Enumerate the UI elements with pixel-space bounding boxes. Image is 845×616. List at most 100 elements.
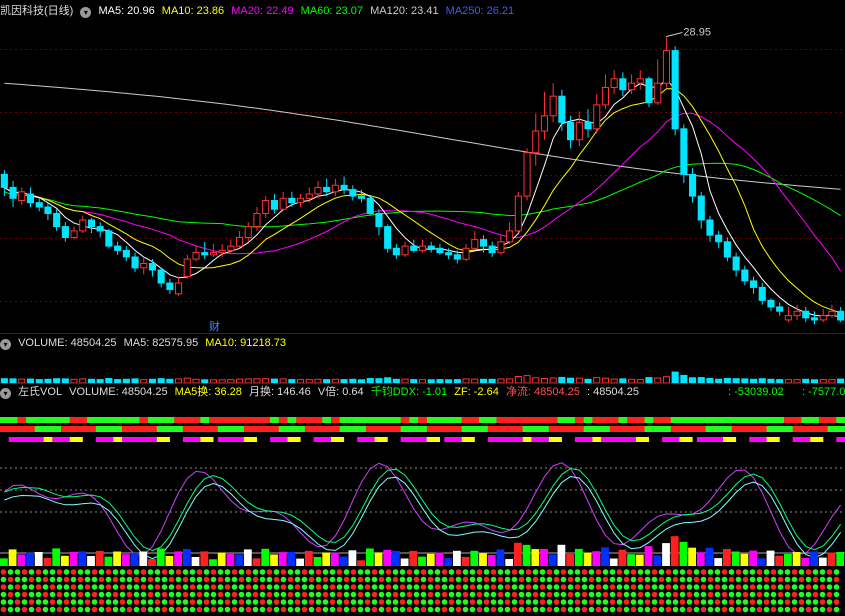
candle-body xyxy=(758,286,766,301)
signal-dot xyxy=(266,576,273,583)
signal-band-1 xyxy=(775,417,785,423)
signal-band-2 xyxy=(496,426,506,432)
signal-band-3 xyxy=(810,437,824,442)
chevron-down-icon[interactable]: ▾ xyxy=(0,388,11,399)
signal-band-3 xyxy=(200,437,214,442)
signal-dot xyxy=(469,606,476,613)
signal-dot xyxy=(679,576,686,583)
candle-body xyxy=(26,193,34,204)
signal-dot xyxy=(252,606,259,613)
signal-dot xyxy=(518,584,525,590)
candle-body xyxy=(575,121,583,141)
signal-dot xyxy=(455,606,462,613)
signal-dot xyxy=(707,606,714,613)
signal-dot xyxy=(140,599,147,605)
signal-band-2 xyxy=(723,426,733,432)
signal-dot xyxy=(756,599,763,605)
signal-dot xyxy=(826,576,833,583)
candle-body xyxy=(192,252,200,260)
histogram-bar xyxy=(461,556,470,566)
chevron-down-icon[interactable]: ▾ xyxy=(0,339,11,350)
signal-dot xyxy=(735,606,742,613)
signal-dot xyxy=(385,576,392,583)
signal-dot xyxy=(791,576,798,583)
signal-dot xyxy=(42,584,49,590)
signal-dot xyxy=(56,606,63,613)
signal-band-2 xyxy=(331,426,341,432)
signal-band-1 xyxy=(78,417,88,423)
signal-band-1 xyxy=(8,417,18,423)
signal-dot xyxy=(742,576,749,583)
histogram-bar xyxy=(304,550,313,566)
signal-band-3 xyxy=(618,437,636,442)
signal-dot xyxy=(651,584,658,590)
histogram-bar xyxy=(505,559,514,566)
signal-dot xyxy=(70,576,77,583)
signal-dot xyxy=(504,606,511,613)
histogram-bar xyxy=(182,548,191,566)
candle-body xyxy=(776,306,784,312)
signal-dot xyxy=(735,569,742,575)
indicator-chart[interactable] xyxy=(0,400,845,616)
signal-band-1 xyxy=(331,417,341,423)
signal-dot xyxy=(749,584,756,590)
ma5-turnover: MA5换: 36.28 xyxy=(174,386,242,398)
signal-band-1 xyxy=(749,417,759,423)
signal-band-2 xyxy=(226,426,236,432)
signal-dot xyxy=(833,591,840,598)
signal-dot xyxy=(497,576,504,583)
price-chart[interactable]: 28.95 xyxy=(0,18,845,333)
signal-dot xyxy=(595,599,602,605)
signal-dot xyxy=(140,584,147,590)
signal-band-2 xyxy=(818,426,829,432)
candle-body xyxy=(166,282,174,290)
signal-dot xyxy=(770,599,777,605)
signal-dot xyxy=(742,606,749,613)
ma120-label: MA120: 23.41 xyxy=(370,5,439,17)
signal-dot xyxy=(84,584,91,590)
volume-chart[interactable] xyxy=(0,351,845,383)
signal-band-1 xyxy=(383,417,393,423)
signal-dot xyxy=(616,569,623,575)
signal-dot xyxy=(637,599,644,605)
signal-dot xyxy=(287,606,294,613)
signal-dot xyxy=(623,606,630,613)
candle-body xyxy=(349,189,357,197)
signal-dot xyxy=(364,569,371,575)
candle-body xyxy=(689,173,697,197)
signal-dot xyxy=(238,576,245,583)
histogram-bar xyxy=(278,552,287,566)
histogram-bar xyxy=(130,552,139,566)
signal-dot xyxy=(238,606,245,613)
signal-dot xyxy=(798,599,805,605)
signal-dot xyxy=(630,569,637,575)
signal-band-2 xyxy=(322,426,332,432)
signal-dot xyxy=(336,576,343,583)
signal-dot xyxy=(126,569,133,575)
chevron-down-icon[interactable]: ▾ xyxy=(80,7,92,18)
finance-marker[interactable]: 财 xyxy=(209,318,220,334)
signal-dot xyxy=(574,599,581,605)
v-ratio: V倍: 0.64 xyxy=(317,386,364,398)
signal-dot xyxy=(518,599,525,605)
signal-band-2 xyxy=(61,426,71,432)
signal-band-1 xyxy=(156,417,166,423)
signal-band-1 xyxy=(374,417,384,423)
signal-dot xyxy=(602,576,609,583)
signal-dot xyxy=(196,584,203,590)
histogram-bar xyxy=(757,558,766,566)
signal-dot xyxy=(119,591,126,598)
histogram-bar xyxy=(165,556,174,566)
histogram-bar xyxy=(113,551,121,566)
signal-dot xyxy=(644,606,651,613)
signal-dot xyxy=(49,569,56,575)
signal-dot xyxy=(763,606,770,613)
signal-band-2 xyxy=(470,426,480,432)
candle-body xyxy=(375,213,383,227)
signal-dot xyxy=(231,576,238,583)
signal-dot xyxy=(406,576,413,583)
signal-dot xyxy=(826,591,833,598)
signal-dot xyxy=(231,569,238,575)
histogram-bar xyxy=(235,554,243,566)
candle-body xyxy=(288,197,296,204)
